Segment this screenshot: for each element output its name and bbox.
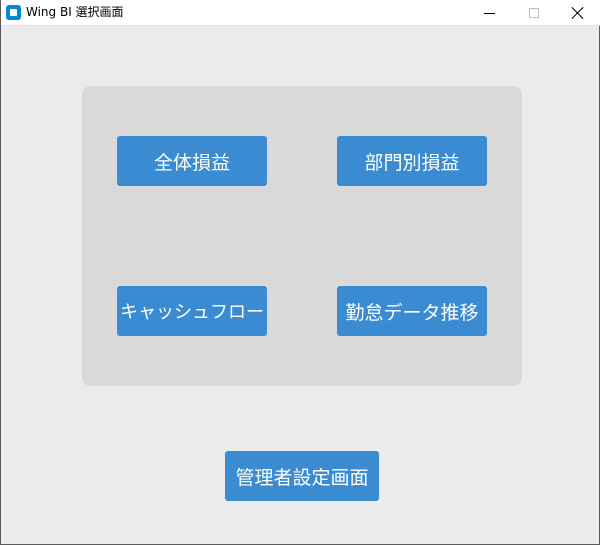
window-title: Wing BI 選択画面	[26, 5, 124, 19]
minimize-button[interactable]	[466, 0, 512, 26]
menu-panel	[82, 86, 522, 386]
title-bar[interactable]: Wing BI 選択画面	[1, 0, 600, 26]
maximize-icon	[529, 8, 539, 18]
maximize-button[interactable]	[511, 0, 557, 26]
overall-pl-button[interactable]: 全体損益	[117, 136, 267, 186]
attendance-trend-button[interactable]: 勤怠データ推移	[337, 286, 487, 336]
admin-settings-button[interactable]: 管理者設定画面	[225, 451, 379, 501]
close-icon	[571, 6, 585, 20]
close-button[interactable]	[555, 0, 600, 26]
cash-flow-button[interactable]: キャッシュフロー	[117, 286, 267, 336]
minimize-icon	[483, 12, 495, 14]
department-pl-button[interactable]: 部門別損益	[337, 136, 487, 186]
app-icon	[6, 5, 21, 20]
main-window: Wing BI 選択画面 全体損益 部門別損益 キャッシュフロー 勤怠データ推移…	[0, 0, 600, 545]
